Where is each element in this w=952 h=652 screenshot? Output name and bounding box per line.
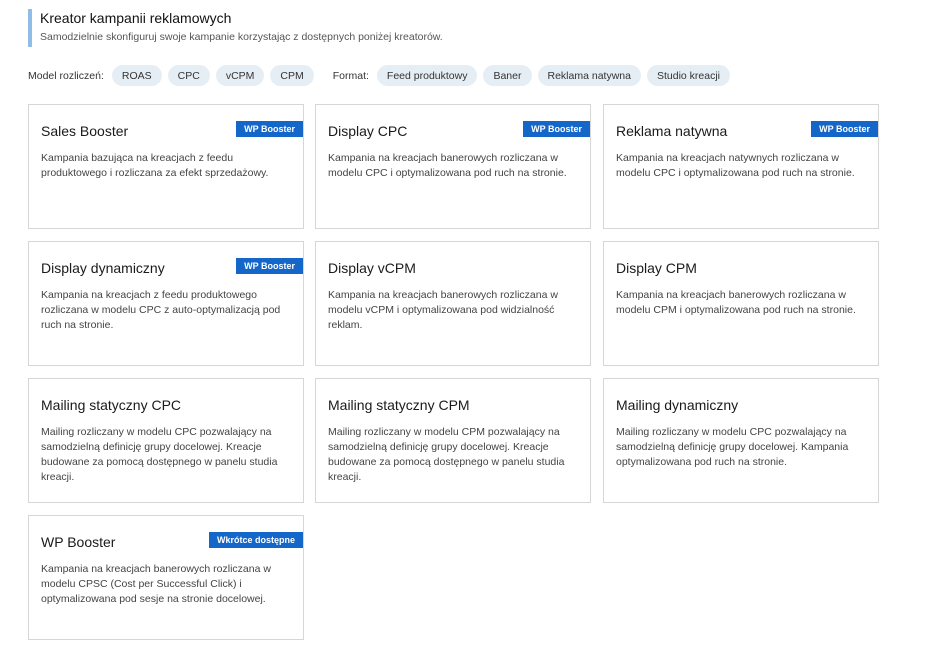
card-description: Kampania bazująca na kreacjach z feedu p… [41,152,269,179]
format-label: Format: [332,69,369,82]
card-description: Mailing rozliczany w modelu CPM pozwalaj… [328,426,565,483]
card-display-vcpm[interactable]: Display vCPM Kampania na kreacjach baner… [315,241,591,366]
card-title: Display CPC [328,123,408,139]
card-title: Display dynamiczny [41,260,165,276]
card-title: Display vCPM [328,260,416,276]
card-badge: WP Booster [811,121,878,137]
card-title: Mailing statyczny CPC [41,397,182,413]
page-title: Kreator kampanii reklamowych [40,10,232,26]
card-description: Kampania na kreacjach z feedu produktowe… [41,289,281,331]
chip-reklama-natywna[interactable]: Reklama natywna [537,65,641,86]
page-subtitle: Samodzielnie skonfiguruj swoje kampanie … [40,31,443,43]
campaign-creator-page: Kreator kampanii reklamowych Samodzielni… [0,0,952,652]
chip-cpm[interactable]: CPM [270,65,314,86]
card-badge: WP Booster [236,258,303,274]
card-mailing-statyczny-cpm[interactable]: Mailing statyczny CPM Mailing rozliczany… [315,378,591,503]
card-description: Mailing rozliczany w modelu CPC pozwalaj… [616,426,849,468]
card-badge-coming-soon: Wkrótce dostępne [208,532,303,548]
page-header: Kreator kampanii reklamowych Samodzielni… [28,9,443,47]
chip-feed-produktowy[interactable]: Feed produktowy [376,65,478,86]
card-badge: WP Booster [236,121,303,137]
chip-vcpm[interactable]: vCPM [215,65,265,86]
card-description: Kampania na kreacjach banerowych rozlicz… [616,289,856,316]
card-mailing-statyczny-cpc[interactable]: Mailing statyczny CPC Mailing rozliczany… [28,378,304,503]
chip-studio-kreacji[interactable]: Studio kreacji [646,65,730,86]
card-title: Sales Booster [41,123,129,139]
card-display-cpc[interactable]: Display CPC WP Booster Kampania na kreac… [315,104,591,229]
card-description: Kampania na kreacjach banerowych rozlicz… [328,289,558,331]
chip-baner[interactable]: Baner [483,65,532,86]
card-title: Display CPM [616,260,697,276]
card-sales-booster[interactable]: Sales Booster WP Booster Kampania bazują… [28,104,304,229]
card-title: Mailing statyczny CPM [328,397,470,413]
card-title: Mailing dynamiczny [616,397,739,413]
filter-bar: Model rozliczeń: ROAS CPC vCPM CPM Forma… [28,65,730,86]
billing-model-label: Model rozliczeń: [28,69,104,82]
card-description: Kampania na kreacjach banerowych rozlicz… [41,563,271,605]
card-display-dynamiczny[interactable]: Display dynamiczny WP Booster Kampania n… [28,241,304,366]
chip-roas[interactable]: ROAS [111,65,162,86]
card-title: Reklama natywna [616,123,728,139]
card-description: Mailing rozliczany w modelu CPC pozwalaj… [41,426,278,483]
chip-cpc[interactable]: CPC [167,65,210,86]
card-wp-booster[interactable]: WP Booster Wkrótce dostępne Kampania na … [28,515,304,640]
card-display-cpm[interactable]: Display CPM Kampania na kreacjach banero… [603,241,879,366]
card-title: WP Booster [41,534,116,550]
card-mailing-dynamiczny[interactable]: Mailing dynamiczny Mailing rozliczany w … [603,378,879,503]
card-description: Kampania na kreacjach banerowych rozlicz… [328,152,567,179]
card-badge: WP Booster [523,121,590,137]
card-description: Kampania na kreacjach natywnych rozlicza… [616,152,855,179]
card-reklama-natywna[interactable]: Reklama natywna WP Booster Kampania na k… [603,104,879,229]
